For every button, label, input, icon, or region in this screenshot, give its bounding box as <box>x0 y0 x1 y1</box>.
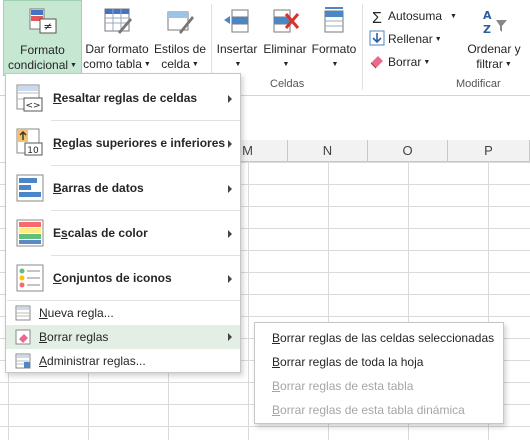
insert-cells-icon <box>224 9 249 33</box>
delete-cells-icon <box>273 9 300 33</box>
top-bottom-rules-icon: 10 <box>16 128 43 156</box>
conditional-formatting-button[interactable]: ≠ Formato condicional ▼ <box>3 0 82 76</box>
chevron-down-icon: ▼ <box>234 61 242 68</box>
cell-styles-button[interactable]: Estilos de celda ▼ <box>152 0 208 76</box>
menu-item-label: Administrar reglas... <box>39 354 146 368</box>
menu-item-highlight-rules[interactable]: <> Resaltar reglas de celdas <box>6 76 240 120</box>
format-as-table-label-2: como tabla <box>83 57 142 71</box>
svg-text:≠: ≠ <box>43 20 52 33</box>
submenu-arrow-icon <box>228 185 232 193</box>
format-as-table-label-1: Dar formato <box>85 42 149 56</box>
menu-item-new-rule[interactable]: Nueva regla... <box>6 301 240 325</box>
insert-button[interactable]: Insertar ▼ <box>214 0 260 76</box>
column-header[interactable]: N <box>288 140 368 162</box>
svg-text:10: 10 <box>27 146 39 156</box>
menu-item-clear-rules[interactable]: Borrar reglas <box>6 325 240 349</box>
menu-item-label: Borrar reglas <box>39 330 109 344</box>
menu-item-label: Escalas de color <box>53 226 148 240</box>
clear-button[interactable]: Borrar ▼ <box>369 52 430 72</box>
menu-item-icon-sets[interactable]: Conjuntos de iconos <box>6 256 240 300</box>
group-label-cells: Celdas <box>270 78 305 90</box>
format-as-table-button[interactable]: Dar formato como tabla ▼ <box>83 0 151 76</box>
menu-item-data-bars[interactable]: Barras de datos <box>6 166 240 210</box>
menu-item-label: Barras de datos <box>53 181 144 195</box>
chevron-down-icon: ▼ <box>143 61 151 68</box>
new-rule-icon <box>15 305 31 321</box>
conditional-formatting-icon: ≠ <box>29 8 56 34</box>
cell-styles-label-1: Estilos de <box>153 42 207 56</box>
clear-rules-icon <box>15 329 31 345</box>
eraser-icon <box>370 56 383 69</box>
cell-styles-icon <box>167 11 194 34</box>
autosum-button[interactable]: Σ Autosuma ▼ <box>369 6 457 27</box>
clear-rules-submenu: Borrar reglas de las celdas seleccionada… <box>254 322 504 424</box>
color-scales-icon <box>16 219 44 247</box>
cell-styles-label-2: celda <box>161 57 190 71</box>
svg-text:A: A <box>483 9 492 22</box>
data-bars-icon <box>16 174 44 202</box>
svg-text:Z: Z <box>483 23 491 36</box>
menu-item-label: Reglas superiores e inferiores <box>53 136 226 150</box>
chevron-down-icon: ▼ <box>282 61 290 68</box>
chevron-down-icon: ▼ <box>331 61 339 68</box>
menu-item-label: Nueva regla... <box>39 306 114 320</box>
highlight-rules-icon: <> <box>16 84 43 112</box>
fill-down-icon <box>369 30 385 46</box>
sigma-icon: Σ <box>372 10 382 27</box>
menu-item-top-bottom-rules[interactable]: 10 Reglas superiores e inferiores <box>6 121 240 165</box>
menu-item-manage-rules[interactable]: Administrar reglas... <box>6 349 240 373</box>
sort-filter-label-2: filtrar <box>476 57 503 71</box>
clear-label: Borrar <box>388 55 422 69</box>
submenu-item-clear-selected-cells[interactable]: Borrar reglas de las celdas seleccionada… <box>255 326 503 350</box>
menu-item-color-scales[interactable]: Escalas de color <box>6 211 240 255</box>
format-cells-icon <box>324 7 344 33</box>
chevron-down-icon: ▼ <box>450 13 457 20</box>
sort-filter-label-1: Ordenar y <box>467 42 521 56</box>
delete-label: Eliminar <box>263 42 307 56</box>
menu-item-label: Resaltar reglas de celdas <box>53 91 198 105</box>
icon-sets-icon <box>16 264 44 292</box>
submenu-arrow-icon <box>228 333 232 341</box>
submenu-item-clear-this-pivottable: Borrar reglas de esta tabla dinámica <box>272 403 465 417</box>
chevron-down-icon: ▼ <box>434 36 442 43</box>
chevron-down-icon: ▼ <box>191 61 199 68</box>
chevron-down-icon: ▼ <box>70 62 77 69</box>
sort-az-icon: A Z <box>483 9 507 36</box>
submenu-arrow-icon <box>228 95 232 103</box>
chevron-down-icon: ▼ <box>423 59 431 66</box>
column-header[interactable]: O <box>368 140 448 162</box>
insert-label: Insertar <box>216 42 258 56</box>
autosum-label: Autosuma <box>388 9 443 23</box>
delete-button[interactable]: Eliminar ▼ <box>261 0 309 76</box>
submenu-arrow-icon <box>228 140 232 148</box>
sort-filter-button[interactable]: A Z Ordenar y filtrar ▼ <box>462 0 526 76</box>
manage-rules-icon <box>15 353 31 369</box>
svg-text:<>: <> <box>25 101 40 111</box>
format-label: Formato <box>311 42 357 56</box>
submenu-item-clear-this-table: Borrar reglas de esta tabla <box>272 379 414 393</box>
format-button[interactable]: Formato ▼ <box>310 0 358 76</box>
submenu-item-clear-entire-sheet[interactable]: Borrar reglas de toda la hoja <box>255 350 503 374</box>
fill-button[interactable]: Rellenar ▼ <box>369 29 442 49</box>
conditional-formatting-label-1: Formato <box>20 43 65 57</box>
conditional-formatting-label-2: condicional <box>8 58 69 72</box>
submenu-arrow-icon <box>228 275 232 283</box>
column-header[interactable]: P <box>448 140 530 162</box>
menu-item-label: Conjuntos de iconos <box>53 271 172 285</box>
fill-label: Rellenar <box>388 32 433 46</box>
format-as-table-icon <box>104 8 132 34</box>
group-label-editing: Modificar <box>456 78 501 90</box>
conditional-formatting-menu: <> Resaltar reglas de celdas 10 Reglas s… <box>5 73 241 373</box>
chevron-down-icon: ▼ <box>504 61 512 68</box>
ribbon-separator <box>362 4 363 90</box>
submenu-arrow-icon <box>228 230 232 238</box>
